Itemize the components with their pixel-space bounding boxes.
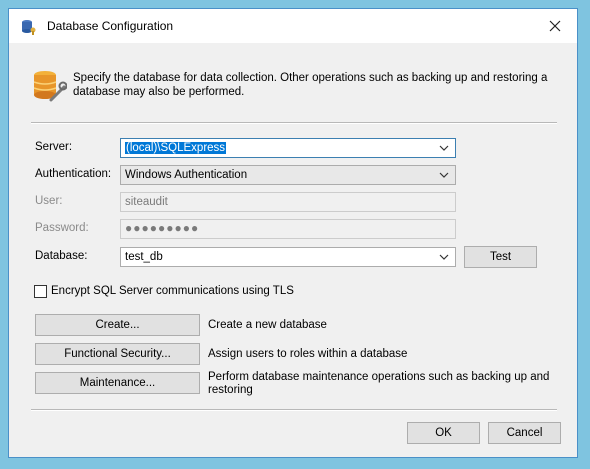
user-field[interactable]: siteaudit (120, 192, 456, 212)
database-configuration-dialog: Database Configuration Specify the datab… (8, 8, 578, 458)
chevron-down-icon[interactable] (439, 170, 449, 180)
functional-security-button[interactable]: Functional Security... (35, 343, 200, 365)
chevron-down-icon[interactable] (439, 143, 449, 153)
database-key-icon (22, 20, 36, 35)
chevron-down-icon[interactable] (439, 252, 449, 262)
user-label: User: (35, 195, 63, 207)
maintenance-button[interactable]: Maintenance... (35, 372, 200, 394)
authentication-value: Windows Authentication (125, 169, 248, 181)
password-field[interactable]: ●●●●●●●●● (120, 219, 456, 239)
footer-divider (31, 409, 557, 411)
close-icon (549, 20, 561, 32)
title-bar: Database Configuration (9, 9, 577, 43)
authentication-label: Authentication: (35, 168, 112, 180)
database-value: test_db (125, 251, 163, 263)
database-label: Database: (35, 250, 88, 262)
database-combobox[interactable]: test_db (120, 247, 456, 267)
database-wrench-icon (33, 71, 67, 102)
encrypt-label[interactable]: Encrypt SQL Server communications using … (51, 285, 294, 297)
password-label: Password: (35, 222, 89, 234)
encrypt-checkbox[interactable] (34, 285, 47, 298)
create-button[interactable]: Create... (35, 314, 200, 336)
header-description: Specify the database for data collection… (73, 72, 548, 98)
close-button[interactable] (537, 13, 573, 39)
functional-security-description: Assign users to roles within a database (208, 348, 408, 360)
authentication-combobox[interactable]: Windows Authentication (120, 165, 456, 185)
window-title: Database Configuration (47, 19, 174, 33)
maintenance-description: Perform database maintenance operations … (208, 371, 550, 396)
cancel-button[interactable]: Cancel (488, 422, 561, 444)
server-combobox[interactable]: (local)\SQLExpress (120, 138, 456, 158)
test-button[interactable]: Test (464, 246, 537, 268)
server-value: (local)\SQLExpress (125, 142, 227, 154)
header-divider (31, 122, 557, 124)
ok-button[interactable]: OK (407, 422, 480, 444)
server-label: Server: (35, 141, 73, 153)
password-value: ●●●●●●●●● (125, 221, 200, 235)
create-description: Create a new database (208, 319, 327, 331)
user-value: siteaudit (125, 196, 168, 208)
